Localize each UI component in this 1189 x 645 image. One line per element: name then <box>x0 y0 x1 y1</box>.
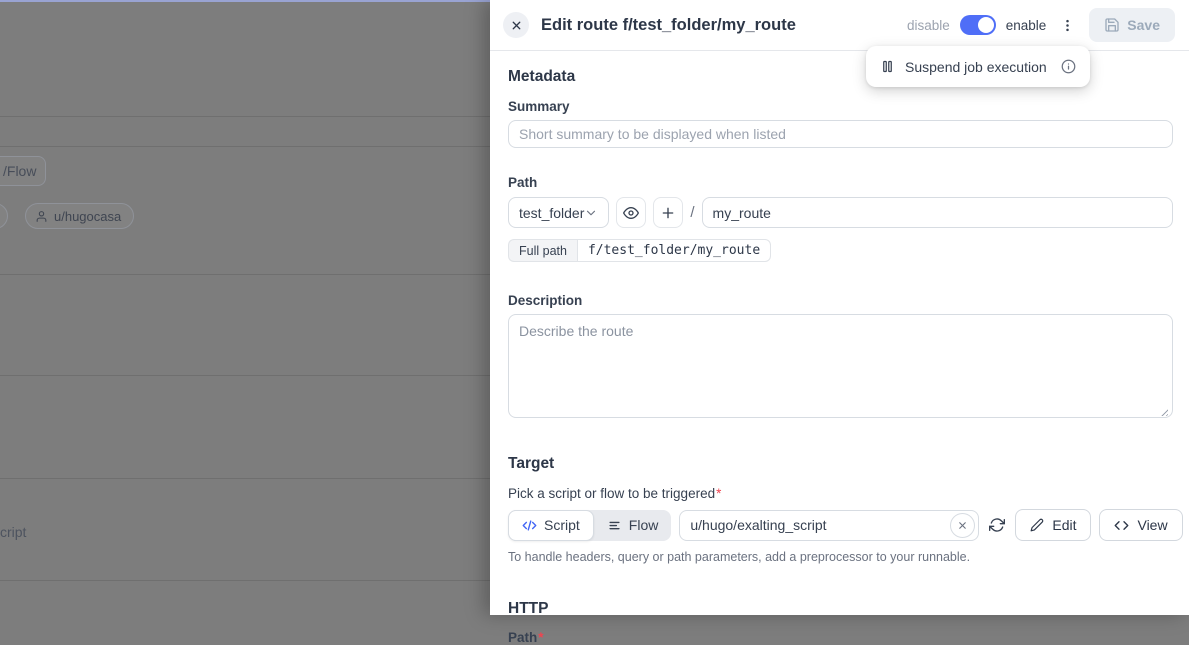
save-icon <box>1104 17 1120 33</box>
kebab-icon <box>1060 17 1075 34</box>
truncated-chip[interactable] <box>0 203 8 229</box>
options-dropdown: Suspend job execution <box>866 46 1090 87</box>
plus-icon <box>660 205 676 221</box>
route-name-input[interactable] <box>702 197 1173 228</box>
description-label: Description <box>508 293 1173 308</box>
runnable-input[interactable] <box>679 510 979 541</box>
full-path-badge: Full path <box>508 239 577 262</box>
path-label: Path <box>508 175 1173 190</box>
http-path-text: Path <box>508 630 537 645</box>
required-asterisk: * <box>716 486 721 501</box>
preprocessor-help-text: To handle headers, query or path paramet… <box>508 550 1173 564</box>
more-options-button[interactable] <box>1056 15 1079 36</box>
view-runnable-button[interactable]: View <box>1099 509 1182 541</box>
info-icon[interactable] <box>1061 59 1076 74</box>
target-heading: Target <box>508 455 1173 473</box>
drawer-header: Edit route f/test_folder/my_route disabl… <box>490 0 1189 51</box>
clear-runnable-button[interactable] <box>950 513 975 538</box>
target-row: Script Flow Edit <box>508 509 1173 541</box>
full-path-value: f/test_folder/my_route <box>577 239 771 262</box>
refresh-icon <box>989 517 1005 533</box>
close-icon <box>510 19 523 32</box>
code-icon <box>522 518 537 533</box>
pick-runnable-text: Pick a script or flow to be triggered <box>508 486 715 501</box>
add-folder-button[interactable] <box>653 197 683 228</box>
http-path-label: Path* <box>508 630 1173 645</box>
full-path-row: Full path f/test_folder/my_route <box>508 239 771 262</box>
pause-icon <box>880 59 895 74</box>
flow-icon <box>607 518 622 533</box>
enable-label: enable <box>1006 18 1047 33</box>
view-button-label: View <box>1137 517 1167 533</box>
tab-script-label: Script <box>544 517 580 533</box>
background-script-text: script <box>0 524 26 540</box>
toggle-knob <box>978 17 994 33</box>
view-folder-button[interactable] <box>616 197 646 228</box>
tab-script[interactable]: Script <box>508 510 594 541</box>
eye-icon <box>623 205 639 221</box>
edit-runnable-button[interactable]: Edit <box>1015 509 1091 541</box>
folder-select[interactable]: test_folder <box>508 197 609 228</box>
close-button[interactable] <box>503 12 529 38</box>
script-flow-toggle-group: Script Flow <box>508 510 671 541</box>
summary-input[interactable] <box>508 120 1173 148</box>
summary-label: Summary <box>508 99 1173 114</box>
drawer-body: Metadata Summary Path test_folder / Full… <box>490 68 1189 645</box>
tab-flow-label: Flow <box>629 517 659 533</box>
path-separator: / <box>690 204 694 221</box>
http-path-required-asterisk: * <box>538 630 543 645</box>
edit-route-drawer: Edit route f/test_folder/my_route disabl… <box>490 0 1189 615</box>
code-brackets-icon <box>1114 518 1129 533</box>
person-icon <box>35 210 48 223</box>
user-chip-label: u/hugocasa <box>54 209 121 224</box>
user-path-chip[interactable]: u/hugocasa <box>25 203 134 229</box>
pick-runnable-label: Pick a script or flow to be triggered* <box>508 486 1173 501</box>
pencil-icon <box>1030 518 1044 532</box>
description-wrap <box>508 314 1173 423</box>
folder-select-value: test_folder <box>519 205 584 221</box>
drawer-title: Edit route f/test_folder/my_route <box>541 16 895 35</box>
suspend-job-menu-item[interactable]: Suspend job execution <box>905 59 1051 75</box>
disable-label: disable <box>907 18 950 33</box>
chevron-down-icon <box>584 206 598 220</box>
description-textarea[interactable] <box>508 314 1173 418</box>
save-button[interactable]: Save <box>1089 8 1175 42</box>
runnable-picker <box>679 510 979 541</box>
edit-button-label: Edit <box>1052 517 1076 533</box>
refresh-button[interactable] <box>987 515 1007 535</box>
tab-flow[interactable]: Flow <box>594 510 672 541</box>
save-button-label: Save <box>1127 17 1160 33</box>
enable-toggle[interactable] <box>960 15 996 35</box>
script-flow-filter-badge[interactable]: /Flow <box>0 156 46 186</box>
flow-badge-label: /Flow <box>3 163 36 179</box>
http-heading: HTTP <box>508 600 1173 618</box>
clear-x-icon <box>957 520 968 531</box>
header-controls: disable enable Save <box>907 8 1175 42</box>
path-row: test_folder / <box>508 197 1173 228</box>
